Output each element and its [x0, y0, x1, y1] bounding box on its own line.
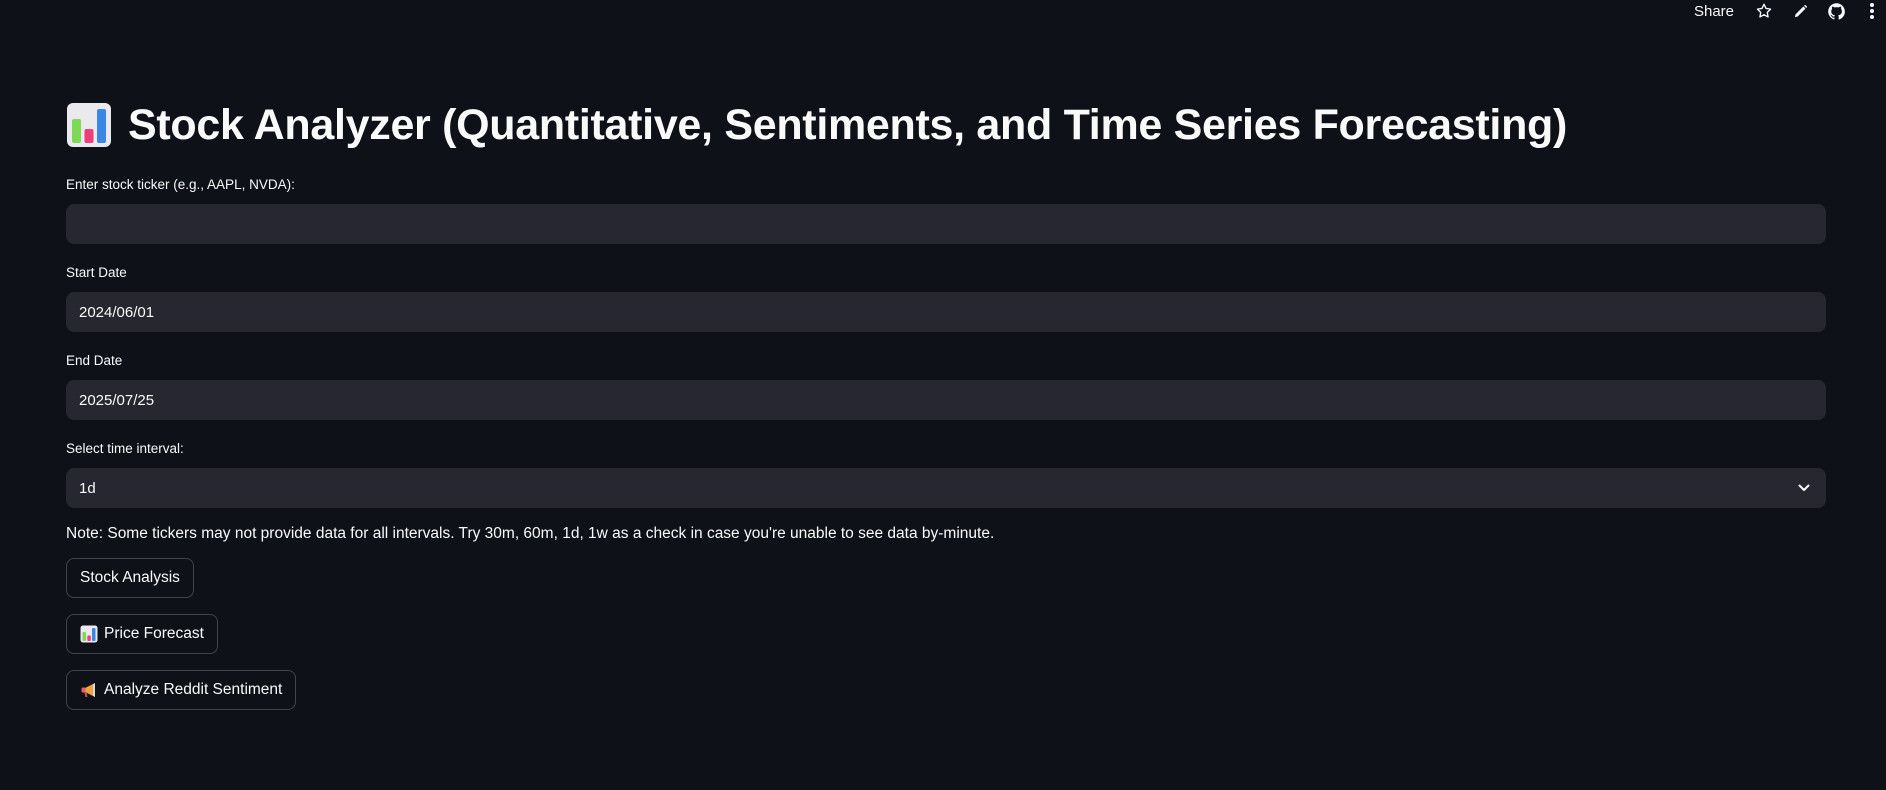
start-date-field: Start Date 2024/06/01: [66, 264, 1826, 332]
main-content: Stock Analyzer (Quantitative, Sentiments…: [66, 92, 1826, 726]
bar-chart-emoji-icon: [67, 103, 111, 147]
interval-field: Select time interval: 1d: [66, 440, 1826, 508]
ticker-input[interactable]: [66, 204, 1826, 244]
stock-analysis-button[interactable]: Stock Analysis: [66, 558, 194, 598]
ticker-label: Enter stock ticker (e.g., AAPL, NVDA):: [66, 177, 295, 192]
github-icon[interactable]: [1826, 1, 1846, 21]
end-date-label: End Date: [66, 353, 123, 368]
chevron-down-icon: [1795, 479, 1813, 497]
start-date-label: Start Date: [66, 265, 127, 280]
kebab-menu-icon[interactable]: [1862, 1, 1882, 21]
interval-select[interactable]: 1d: [66, 468, 1826, 508]
page-title: Stock Analyzer (Quantitative, Sentiments…: [128, 100, 1568, 149]
start-date-value: 2024/06/01: [79, 303, 155, 321]
interval-note: Note: Some tickers may not provide data …: [66, 525, 995, 542]
end-date-input[interactable]: 2025/07/25: [66, 380, 1826, 420]
share-button[interactable]: Share: [1694, 3, 1734, 20]
interval-label: Select time interval:: [66, 441, 184, 456]
price-forecast-label: Price Forecast: [104, 625, 204, 642]
page-header: Stock Analyzer (Quantitative, Sentiments…: [66, 92, 1826, 158]
app-toolbar: Share: [1694, 0, 1886, 22]
stock-analysis-label: Stock Analysis: [80, 569, 180, 586]
start-date-input[interactable]: 2024/06/01: [66, 292, 1826, 332]
bar-chart-emoji-icon: [80, 625, 98, 643]
end-date-value: 2025/07/25: [79, 391, 155, 409]
end-date-field: End Date 2025/07/25: [66, 352, 1826, 420]
megaphone-emoji-icon: [81, 683, 95, 697]
reddit-sentiment-button[interactable]: Analyze Reddit Sentiment: [66, 670, 297, 710]
ticker-field: Enter stock ticker (e.g., AAPL, NVDA):: [66, 176, 1826, 244]
star-icon[interactable]: [1754, 1, 1774, 21]
interval-selected-value: 1d: [79, 479, 96, 497]
pencil-icon[interactable]: [1790, 1, 1810, 21]
reddit-sentiment-label: Analyze Reddit Sentiment: [104, 681, 283, 698]
price-forecast-button[interactable]: Price Forecast: [66, 614, 218, 654]
